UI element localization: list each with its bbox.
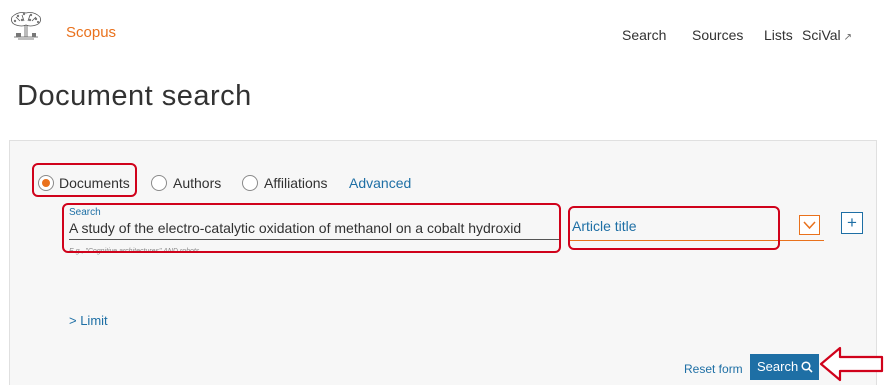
nav-scival-label: SciVal xyxy=(802,27,841,43)
annotation-box-documents xyxy=(32,163,137,197)
radio-authors-label[interactable]: Authors xyxy=(173,175,221,191)
search-panel xyxy=(9,140,877,385)
annotation-arrow-icon xyxy=(819,346,884,382)
nav-search-link[interactable]: Search xyxy=(622,28,666,42)
reset-form-link[interactable]: Reset form xyxy=(684,362,743,376)
radio-affiliations-label[interactable]: Affiliations xyxy=(264,175,328,191)
nav-scival-link[interactable]: SciVal ↗ xyxy=(802,28,852,45)
nav-lists-link[interactable]: Lists xyxy=(764,28,793,42)
field-type-dropdown-button[interactable] xyxy=(799,215,820,235)
limit-toggle[interactable]: > Limit xyxy=(69,314,108,328)
scopus-brand-link[interactable]: Scopus xyxy=(66,25,116,41)
nav-sources-link[interactable]: Sources xyxy=(692,28,743,42)
radio-affiliations[interactable] xyxy=(242,175,258,191)
external-link-icon: ↗ xyxy=(843,32,853,43)
annotation-box-search-input xyxy=(62,203,561,253)
search-button-label: Search xyxy=(757,359,799,374)
page-title: Document search xyxy=(17,80,252,112)
chevron-down-icon xyxy=(803,221,816,230)
search-button[interactable]: Search xyxy=(750,354,819,380)
plus-icon: + xyxy=(847,213,857,232)
advanced-search-link[interactable]: Advanced xyxy=(349,175,411,191)
radio-authors[interactable] xyxy=(151,175,167,191)
add-search-field-button[interactable]: + xyxy=(841,212,863,234)
annotation-box-article-title xyxy=(568,206,780,250)
elsevier-logo-icon xyxy=(11,12,41,40)
search-icon xyxy=(801,361,813,373)
